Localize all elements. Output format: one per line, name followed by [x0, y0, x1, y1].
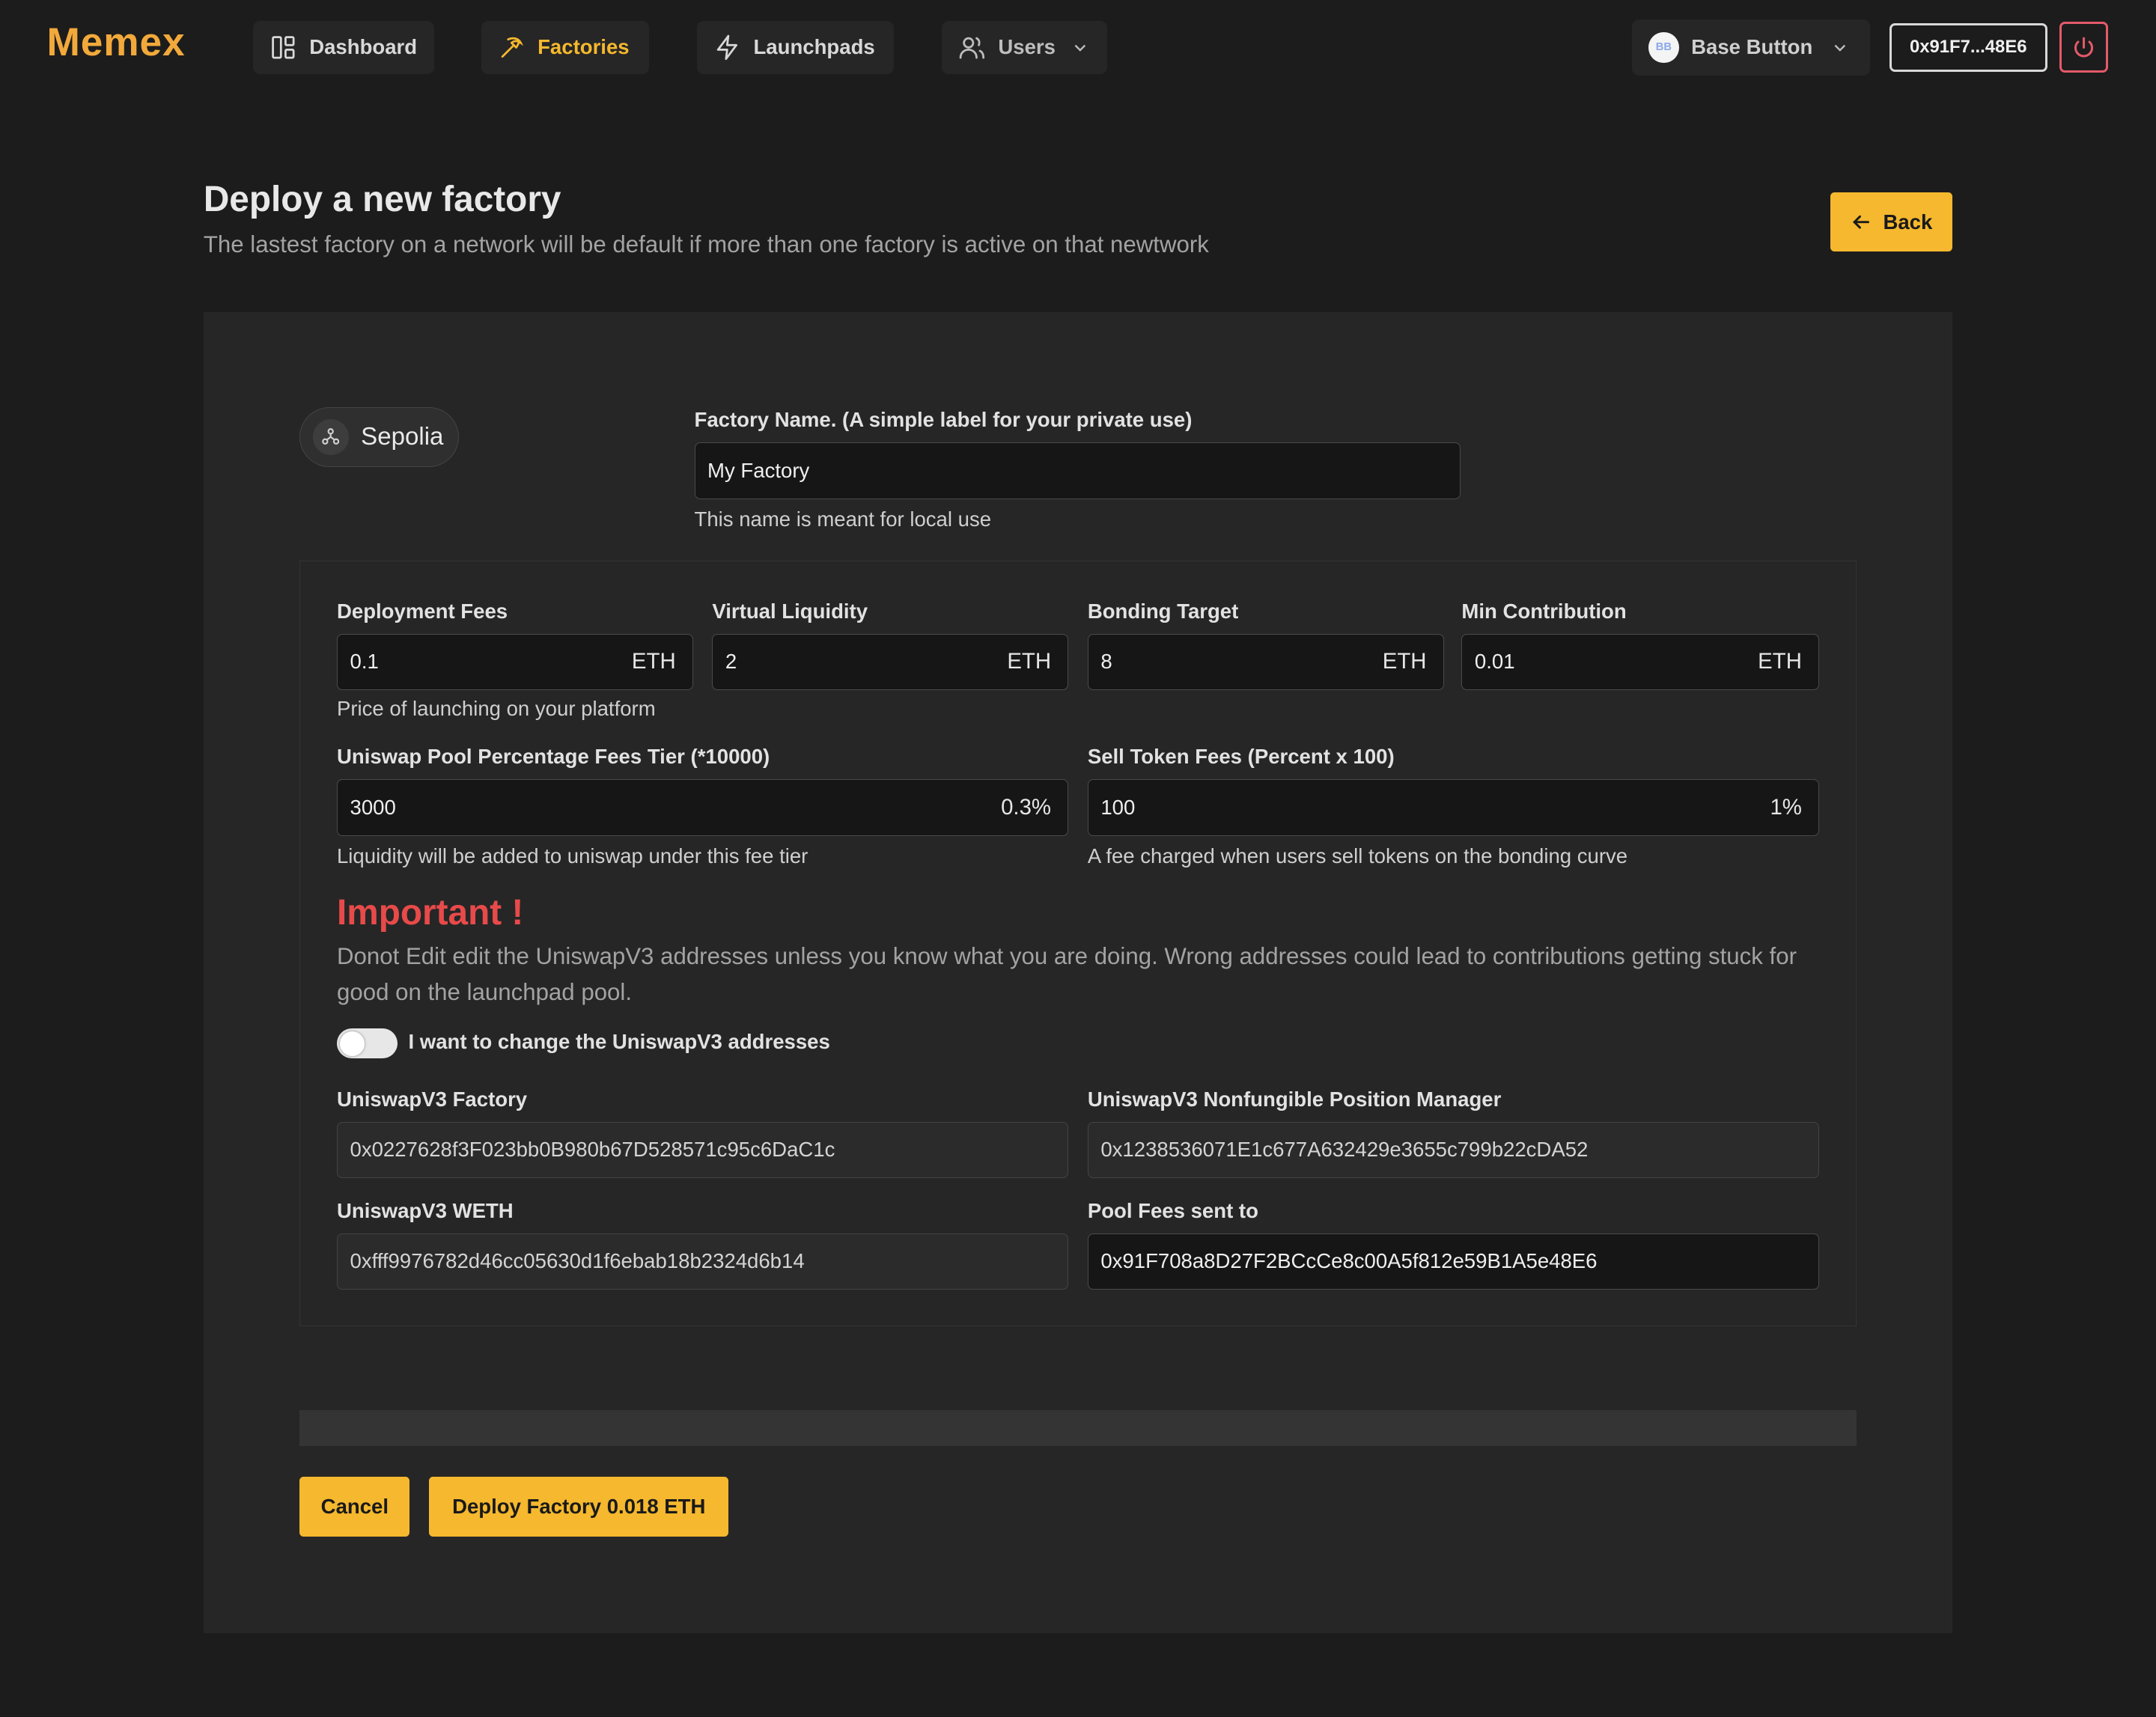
position-manager-value: 0x1238536071E1c677A632429e3655c799b22cDA…	[1100, 1138, 1589, 1162]
sell-token-fees-help: A fee charged when users sell tokens on …	[1087, 844, 1628, 867]
page-title: Deploy a new factory	[203, 179, 561, 219]
arrow-left-icon	[1853, 215, 1870, 229]
lightning-icon	[716, 34, 738, 61]
pool-fees-to-input[interactable]: 0x91F708a8D27F2BCcCe8c00A5f812e59B1A5e48…	[1087, 1233, 1819, 1290]
important-warning-text: Donot Edit edit the UniswapV3 addresses …	[336, 943, 1797, 1006]
bonding-target-label: Bonding Target	[1087, 599, 1239, 623]
bonding-target-input[interactable]: 8 ETH	[1087, 633, 1444, 690]
virtual-liquidity-input[interactable]: 2 ETH	[712, 633, 1069, 690]
nav-users-label: Users	[998, 35, 1056, 59]
fee-tier-unit: 0.3%	[1001, 795, 1052, 820]
uniswap-factory-value: 0x0227628f3F023bb0B980b67D528571c95c6DaC…	[350, 1138, 835, 1162]
sell-token-fees-value: 100	[1100, 796, 1136, 820]
pool-fees-to-value: 0x91F708a8D27F2BCcCe8c00A5f812e59B1A5e48…	[1100, 1249, 1598, 1273]
disconnect-button[interactable]	[2059, 22, 2108, 73]
nav-factories[interactable]: Factories	[481, 20, 649, 75]
fee-tier-help: Liquidity will be added to uniswap under…	[336, 844, 808, 867]
virtual-liquidity-value: 2	[725, 650, 737, 674]
virtual-liquidity-unit: ETH	[1007, 649, 1052, 674]
bonding-target-unit: ETH	[1382, 649, 1427, 674]
nav-launchpads-label: Launchpads	[753, 35, 875, 59]
min-contribution-input[interactable]: 0.01 ETH	[1461, 633, 1819, 690]
deploy-factory-button[interactable]: Deploy Factory 0.018 ETH	[429, 1476, 729, 1537]
back-button[interactable]: Back	[1830, 192, 1953, 252]
divider-bar	[299, 1410, 1857, 1447]
sell-token-fees-input[interactable]: 100 1%	[1087, 779, 1819, 836]
sell-token-fees-label: Sell Token Fees (Percent x 100)	[1087, 745, 1395, 769]
deployment-fees-value: 0.1	[350, 650, 379, 674]
wallet-network-button[interactable]: BB Base Button	[1632, 19, 1870, 76]
back-button-label: Back	[1883, 210, 1933, 234]
virtual-liquidity-label: Virtual Liquidity	[712, 599, 868, 623]
nav-factories-label: Factories	[538, 35, 630, 59]
network-name: Sepolia	[361, 423, 444, 451]
cancel-button[interactable]: Cancel	[299, 1476, 410, 1537]
weth-input[interactable]: 0xfff9976782d46cc05630d1f6ebab18b2324d6b…	[336, 1233, 1069, 1290]
nav-users[interactable]: Users	[942, 20, 1107, 75]
chevron-down-icon	[1074, 44, 1086, 52]
important-heading: Important !	[336, 893, 524, 933]
change-addresses-toggle-label[interactable]: I want to change the UniswapV3 addresses	[408, 1030, 829, 1054]
network-icon	[312, 419, 349, 455]
factory-name-value: My Factory	[707, 459, 810, 483]
fee-tier-input[interactable]: 3000 0.3%	[336, 779, 1069, 836]
position-manager-input[interactable]: 0x1238536071E1c677A632429e3655c799b22cDA…	[1087, 1121, 1819, 1179]
nav-launchpads[interactable]: Launchpads	[697, 20, 894, 75]
deployment-fees-unit: ETH	[631, 649, 676, 674]
deployment-fees-label: Deployment Fees	[336, 599, 508, 623]
weth-label: UniswapV3 WETH	[336, 1198, 514, 1222]
min-contribution-unit: ETH	[1758, 649, 1802, 674]
pickaxe-icon	[501, 37, 524, 58]
min-contribution-value: 0.01	[1474, 650, 1515, 674]
wallet-avatar: BB	[1648, 32, 1679, 63]
top-navigation: Memex Dashboard Factories Launchpads Use…	[0, 0, 2156, 97]
fee-tier-value: 3000	[350, 796, 396, 820]
network-selector[interactable]: Sepolia	[299, 406, 460, 468]
nav-dashboard[interactable]: Dashboard	[252, 20, 435, 75]
chevron-down-icon	[1834, 44, 1846, 52]
power-icon	[2074, 37, 2094, 58]
wallet-button-label: Base Button	[1691, 35, 1813, 59]
uniswap-factory-label: UniswapV3 Factory	[336, 1087, 528, 1111]
nav-dashboard-label: Dashboard	[309, 35, 418, 59]
change-addresses-toggle[interactable]	[336, 1028, 398, 1059]
weth-value: 0xfff9976782d46cc05630d1f6ebab18b2324d6b…	[350, 1249, 805, 1273]
uniswap-factory-input[interactable]: 0x0227628f3F023bb0B980b67D528571c95c6DaC…	[336, 1121, 1069, 1179]
page-subtitle: The lastest factory on a network will be…	[203, 231, 1209, 257]
users-icon	[959, 37, 985, 59]
fee-tier-label: Uniswap Pool Percentage Fees Tier (*1000…	[336, 745, 770, 769]
sell-token-fees-unit: 1%	[1770, 795, 1802, 820]
factory-name-label: Factory Name. (A simple label for your p…	[694, 408, 1193, 432]
factory-name-input[interactable]: My Factory	[694, 442, 1461, 499]
deployment-fees-help: Price of launching on your platform	[336, 697, 656, 721]
memex-logo[interactable]: Memex	[46, 19, 185, 65]
toggle-knob	[339, 1031, 365, 1056]
min-contribution-label: Min Contribution	[1461, 599, 1627, 623]
factory-name-help: This name is meant for local use	[694, 507, 992, 531]
account-address-button[interactable]: 0x91F7...48E6	[1889, 23, 2047, 72]
position-manager-label: UniswapV3 Nonfungible Position Manager	[1087, 1087, 1502, 1111]
pool-fees-to-label: Pool Fees sent to	[1087, 1198, 1258, 1222]
bonding-target-value: 8	[1100, 650, 1112, 674]
dashboard-icon	[272, 36, 295, 59]
deployment-fees-input[interactable]: 0.1 ETH	[336, 633, 693, 690]
app-root: Memex Dashboard Factories Launchpads Use…	[0, 0, 2156, 1717]
